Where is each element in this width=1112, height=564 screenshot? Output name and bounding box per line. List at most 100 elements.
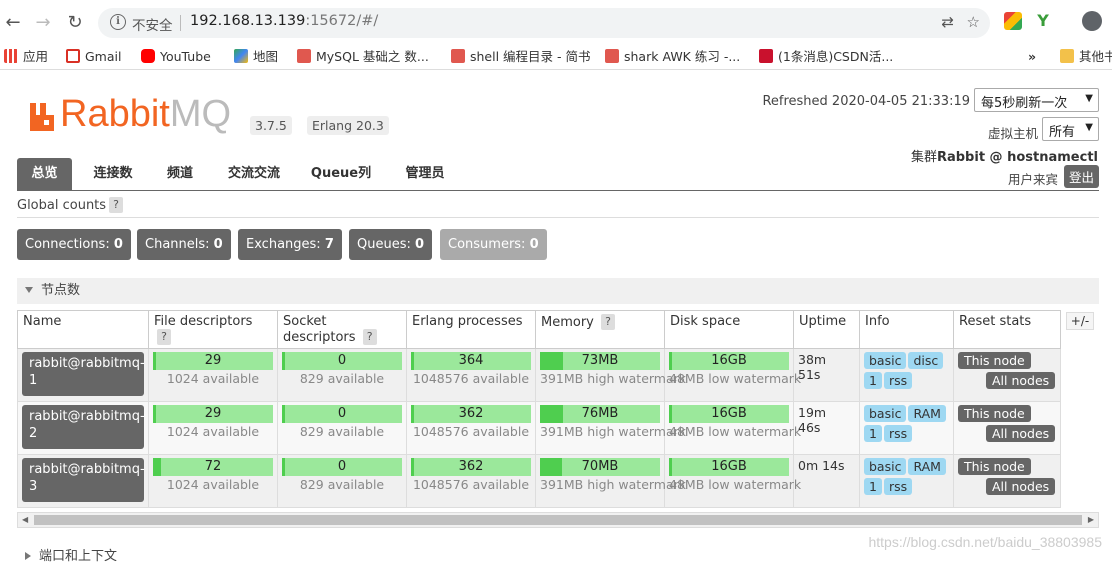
caret-down-icon: ▼ <box>1085 93 1093 104</box>
exchanges-count[interactable]: Exchanges: 7 <box>238 229 342 260</box>
tab-admin[interactable]: 管理员 <box>397 158 453 190</box>
reset-stats-cell: This node All nodes <box>953 401 1061 455</box>
url-text[interactable]: 192.168.13.139:15672/#/ <box>190 13 378 29</box>
bookmark-gmail[interactable]: Gmail <box>66 48 121 66</box>
bookmarks-bar: 应用 Gmail YouTube 地图 MySQL 基础之 数... shell… <box>0 44 1112 70</box>
bar-subtext: 829 available <box>299 477 385 492</box>
bar-fill <box>540 458 562 476</box>
help-icon[interactable]: ? <box>601 314 616 330</box>
tab-overview[interactable]: 总览 <box>17 158 72 190</box>
reset-this-node-button[interactable]: This node <box>958 352 1031 369</box>
bookmarks-overflow[interactable]: » <box>1028 48 1036 66</box>
info-cell: basic disc 1 rss <box>859 348 954 402</box>
node-name-link[interactable]: rabbit@rabbitmq-3 <box>22 458 145 502</box>
bar-fill <box>669 458 672 476</box>
translate-icon[interactable]: ⇄ <box>941 13 954 31</box>
mem-cell: 76MB 391MB high watermark <box>535 401 686 455</box>
count-value: 0 <box>529 237 539 252</box>
refresh-interval-select[interactable]: 每5秒刷新一次 ▼ <box>974 88 1099 112</box>
col-memory[interactable]: Memory ? <box>535 310 665 349</box>
node-row: rabbit@rabbitmq-3 72 1024 available 0 829 av… <box>17 454 1061 508</box>
extension-icon[interactable] <box>1004 12 1022 30</box>
bookmark-label: Gmail <box>85 49 122 64</box>
vhost-select[interactable]: 所有 ▼ <box>1042 117 1099 141</box>
bookmark-youtube[interactable]: YouTube <box>141 48 211 66</box>
help-icon[interactable]: ? <box>109 197 124 213</box>
scrollbar-thumb[interactable] <box>34 515 1082 525</box>
col-socket-descriptors[interactable]: Socket descriptors ? <box>277 310 407 349</box>
ports-section-toggle[interactable]: 端口和上下文 <box>25 545 117 564</box>
star-icon[interactable]: ☆ <box>967 13 980 31</box>
col-name[interactable]: Name <box>17 310 149 349</box>
disk-bar: 16GB <box>669 352 789 370</box>
info-tag: 1 <box>864 478 882 495</box>
bookmark-label: shark AWK 练习 -... <box>624 49 741 64</box>
info-icon[interactable]: i <box>110 14 126 30</box>
channels-count[interactable]: Channels: 0 <box>137 229 231 260</box>
nodes-section-toggle[interactable]: 节点数 <box>17 278 1099 304</box>
watermark: https://blog.csdn.net/baidu_38803985 <box>868 534 1102 550</box>
bar-subtext: 1048576 available <box>412 424 530 439</box>
bookmark-apps[interactable]: 应用 <box>4 48 48 66</box>
bookmark-csdn[interactable]: (1条消息)CSDN活... <box>759 48 893 66</box>
main-tabs: 总览 连接数 频道 交流交流 Queue列 管理员 <box>17 158 1099 191</box>
bookmark-shell[interactable]: shell 编程目录 - 简书 <box>451 48 591 66</box>
col-disk-space[interactable]: Disk space <box>664 310 794 349</box>
bookmark-maps[interactable]: 地图 <box>234 48 278 66</box>
bookmark-label: MySQL 基础之 数... <box>316 49 429 64</box>
reload-icon[interactable]: ↻ <box>64 12 86 34</box>
connections-count[interactable]: Connections: 0 <box>17 229 131 260</box>
reset-this-node-button[interactable]: This node <box>958 458 1031 475</box>
mem-bar: 76MB <box>540 405 660 423</box>
back-icon[interactable]: ← <box>2 12 24 34</box>
tab-channels[interactable]: 频道 <box>157 158 203 190</box>
info-tag: disc <box>908 352 944 369</box>
address-bar-row: ← → ↻ i 不安全 192.168.13.139:15672/#/ ⇄ ☆ … <box>0 0 1112 44</box>
gmail-icon <box>66 49 80 63</box>
help-icon[interactable]: ? <box>362 329 377 345</box>
scroll-right-icon[interactable]: ▶ <box>1088 515 1094 524</box>
horizontal-scrollbar[interactable]: ◀ ▶ <box>17 512 1099 528</box>
erl-cell: 362 1048576 available <box>406 454 536 508</box>
disk-bar: 16GB <box>669 405 789 423</box>
bar-value: 70MB <box>581 459 619 474</box>
reset-all-nodes-button[interactable]: All nodes <box>986 478 1056 495</box>
bookmark-mysql[interactable]: MySQL 基础之 数... <box>297 48 429 66</box>
uptime-cell: 19m 46s <box>793 401 860 455</box>
tab-exchanges[interactable]: 交流交流 <box>220 158 288 190</box>
profile-avatar-icon[interactable] <box>1082 11 1102 31</box>
col-reset-stats[interactable]: Reset stats <box>953 310 1061 349</box>
bookmark-other[interactable]: 其他书 <box>1060 48 1112 66</box>
bar-fill <box>153 352 156 370</box>
bookmark-awk[interactable]: shark AWK 练习 -... <box>605 48 740 66</box>
col-erlang-processes[interactable]: Erlang processes <box>406 310 536 349</box>
scroll-left-icon[interactable]: ◀ <box>22 515 28 524</box>
reset-all-nodes-button[interactable]: All nodes <box>986 425 1056 442</box>
divider <box>17 217 1099 218</box>
count-value: 7 <box>324 237 334 252</box>
reset-this-node-button[interactable]: This node <box>958 405 1031 422</box>
forward-icon[interactable]: → <box>32 12 54 34</box>
col-info[interactable]: Info <box>859 310 954 349</box>
consumers-count[interactable]: Consumers: 0 <box>440 229 547 260</box>
bar-value: 29 <box>204 406 222 421</box>
extension-y-icon[interactable]: Y <box>1034 12 1052 30</box>
bar-value: 16GB <box>711 459 747 474</box>
sd-cell: 0 829 available <box>277 454 407 508</box>
columns-toggle-button[interactable]: +/- <box>1066 312 1094 330</box>
uptime-cell: 0m 14s <box>793 454 860 508</box>
node-name-link[interactable]: rabbit@rabbitmq-2 <box>22 405 145 449</box>
uptime-value-2: 51s <box>798 367 821 382</box>
col-file-descriptors[interactable]: File descriptors ? <box>148 310 278 349</box>
tab-connections[interactable]: 连接数 <box>87 158 139 190</box>
reset-all-nodes-button[interactable]: All nodes <box>986 372 1056 389</box>
help-icon[interactable]: ? <box>157 329 171 345</box>
node-name-link[interactable]: rabbit@rabbitmq-1 <box>22 352 145 396</box>
tab-queues[interactable]: Queue列 <box>306 158 376 190</box>
erl-cell: 364 1048576 available <box>406 348 536 402</box>
queues-count[interactable]: Queues: 0 <box>349 229 433 260</box>
col-uptime[interactable]: Uptime <box>793 310 860 349</box>
omnibox[interactable]: i 不安全 192.168.13.139:15672/#/ ⇄ ☆ <box>98 8 990 38</box>
bar-fill <box>669 352 672 370</box>
refresh-interval-value: 每5秒刷新一次 <box>981 96 1068 111</box>
